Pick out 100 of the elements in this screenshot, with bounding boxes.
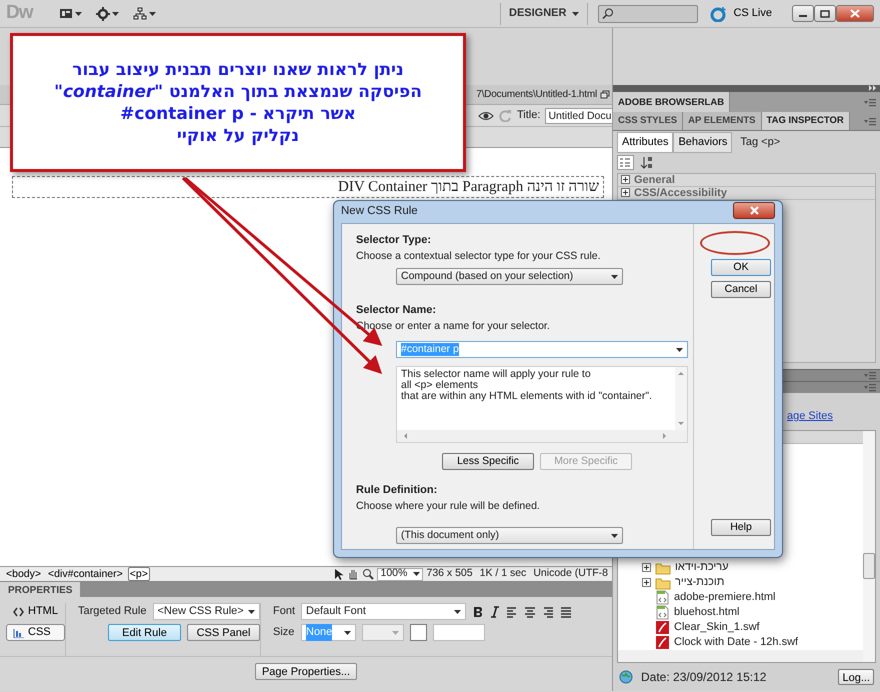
horizontal-scrollbar[interactable] bbox=[618, 650, 863, 662]
folder-icon bbox=[655, 560, 671, 574]
panel-tab[interactable]: AP ELEMENTS bbox=[683, 112, 762, 130]
panel-menu-icon[interactable] bbox=[864, 98, 876, 106]
paragraph-text: שורה זו הינה Paragraph בתוך DIV Container bbox=[12, 176, 604, 198]
category-row[interactable]: General bbox=[618, 174, 875, 186]
callout-text: ניתן לראות שאנו יוצרים תבנית עיצוב עבור bbox=[72, 58, 404, 80]
tag-selector-item[interactable]: <p> bbox=[128, 567, 150, 581]
globe-icon bbox=[619, 670, 633, 684]
help-button[interactable]: Help bbox=[711, 519, 771, 536]
file-name[interactable]: תוכנת-צייר bbox=[675, 574, 724, 591]
cs-live-button[interactable]: CS Live bbox=[708, 5, 774, 22]
date-text: Date: 23/09/2012 15:12 bbox=[641, 669, 766, 686]
zoom-icon[interactable] bbox=[362, 568, 374, 580]
file-name[interactable]: עריכת-וידאו bbox=[675, 559, 729, 576]
section-label: Rule Definition: bbox=[356, 484, 438, 497]
rule-button[interactable]: CSS Panel bbox=[187, 624, 260, 641]
close-button[interactable] bbox=[733, 202, 775, 219]
inspector-tab[interactable]: Attributes bbox=[617, 132, 674, 152]
restore-icon[interactable] bbox=[600, 90, 610, 99]
specificity-button[interactable]: Less Specific bbox=[442, 453, 534, 470]
expand-icon[interactable] bbox=[621, 188, 630, 197]
close-button[interactable] bbox=[836, 5, 874, 22]
color-swatch[interactable] bbox=[410, 624, 427, 641]
vertical-scrollbar[interactable] bbox=[675, 367, 687, 430]
field-label: Font bbox=[273, 604, 295, 620]
window-size[interactable]: 736 x 505 bbox=[426, 566, 473, 582]
scroll-right-icon bbox=[662, 433, 667, 439]
workspace-switcher[interactable]: DESIGNER bbox=[500, 2, 588, 24]
log-button[interactable]: Log... bbox=[838, 669, 874, 685]
horizontal-scrollbar[interactable] bbox=[397, 430, 687, 442]
search-field[interactable] bbox=[598, 4, 698, 22]
file-name[interactable]: bluehost.html bbox=[674, 604, 740, 621]
panel-menu-icon[interactable] bbox=[864, 116, 876, 126]
expand-icon[interactable] bbox=[642, 578, 651, 587]
rule-definition-select[interactable]: (This document only) bbox=[396, 527, 623, 544]
scroll-left-icon bbox=[403, 433, 408, 439]
ok-button[interactable]: OK bbox=[711, 259, 771, 276]
mode-button[interactable]: HTML bbox=[6, 603, 65, 620]
flash-file-icon bbox=[655, 620, 670, 635]
html-file-icon bbox=[655, 590, 670, 605]
page-properties-button[interactable]: Page Properties... bbox=[254, 663, 358, 680]
italic-icon[interactable] bbox=[489, 606, 500, 618]
align-right-icon[interactable] bbox=[542, 606, 554, 618]
caret-icon bbox=[148, 10, 156, 16]
bold-icon[interactable] bbox=[472, 606, 483, 618]
title-field[interactable]: Untitled Docu bbox=[545, 108, 614, 124]
tag-selector-item[interactable]: <body> bbox=[4, 567, 44, 581]
encoding: Unicode (UTF-8 bbox=[533, 566, 608, 582]
manage-sites-link[interactable]: age Sites bbox=[787, 408, 833, 424]
gear-icon bbox=[96, 6, 110, 20]
caret-icon bbox=[344, 630, 351, 636]
site-menu-button[interactable] bbox=[130, 6, 158, 20]
selector-type-select[interactable]: Compound (based on your selection) bbox=[396, 268, 623, 285]
rule-button[interactable]: Edit Rule bbox=[108, 624, 181, 641]
targeted-rule-select[interactable]: <New CSS Rule> bbox=[152, 603, 260, 620]
panel-tab[interactable]: TAG INSPECTOR bbox=[762, 112, 850, 130]
dialog-title: New CSS Rule bbox=[341, 204, 418, 220]
sort-icon[interactable] bbox=[640, 156, 653, 168]
vertical-scrollbar[interactable] bbox=[863, 430, 875, 662]
caret-icon bbox=[611, 274, 618, 280]
file-name[interactable]: adobe-premiere.html bbox=[674, 589, 776, 606]
html-file-icon bbox=[655, 605, 670, 620]
color-field[interactable] bbox=[433, 624, 485, 641]
hint-text: Choose a contextual selector type for your CSS rule. bbox=[356, 250, 602, 263]
font-select[interactable]: Default Font bbox=[301, 603, 466, 620]
cs-live-icon bbox=[710, 6, 728, 22]
caret-icon bbox=[112, 10, 118, 16]
code-icon bbox=[13, 606, 24, 616]
panel-title: PROPERTIES bbox=[0, 582, 80, 597]
section-label: Selector Name: bbox=[356, 304, 438, 317]
category-view-icon[interactable] bbox=[617, 154, 634, 170]
field-label: Targeted Rule bbox=[78, 604, 146, 620]
align-center-icon[interactable] bbox=[524, 606, 536, 618]
settings-menu-button[interactable] bbox=[94, 6, 120, 20]
layout-icon bbox=[58, 6, 72, 20]
pointer-icon[interactable] bbox=[332, 568, 344, 580]
maximize-button[interactable] bbox=[814, 5, 836, 22]
tag-selector-item[interactable]: <div#container> bbox=[46, 567, 125, 581]
highlight-ellipse bbox=[700, 231, 770, 255]
expand-icon[interactable] bbox=[621, 175, 630, 184]
inspector-tab[interactable]: Behaviors bbox=[673, 132, 732, 152]
justify-icon[interactable] bbox=[560, 606, 572, 618]
panel-tab[interactable]: ADOBE BROWSERLAB bbox=[613, 92, 730, 112]
title-label: Title: bbox=[517, 108, 540, 124]
callout-text: #container p - אשר תיקרא bbox=[120, 102, 356, 124]
scroll-thumb[interactable] bbox=[863, 553, 875, 580]
tag-label: Tag <p> bbox=[740, 135, 780, 150]
file-name[interactable]: Clock with Date - 12h.swf bbox=[674, 634, 798, 651]
zoom-select[interactable]: 100% bbox=[377, 568, 424, 580]
file-name[interactable]: Clear_Skin_1.swf bbox=[674, 619, 760, 636]
panel-tab[interactable]: CSS STYLES bbox=[613, 112, 684, 130]
mode-button[interactable]: CSS bbox=[6, 624, 65, 641]
minimize-button[interactable] bbox=[792, 5, 814, 22]
align-left-icon[interactable] bbox=[506, 606, 518, 618]
folder-icon bbox=[655, 576, 671, 590]
caret-icon bbox=[392, 630, 399, 636]
cancel-button[interactable]: Cancel bbox=[711, 281, 771, 298]
close-icon bbox=[850, 9, 860, 18]
expand-icon[interactable] bbox=[642, 563, 651, 572]
